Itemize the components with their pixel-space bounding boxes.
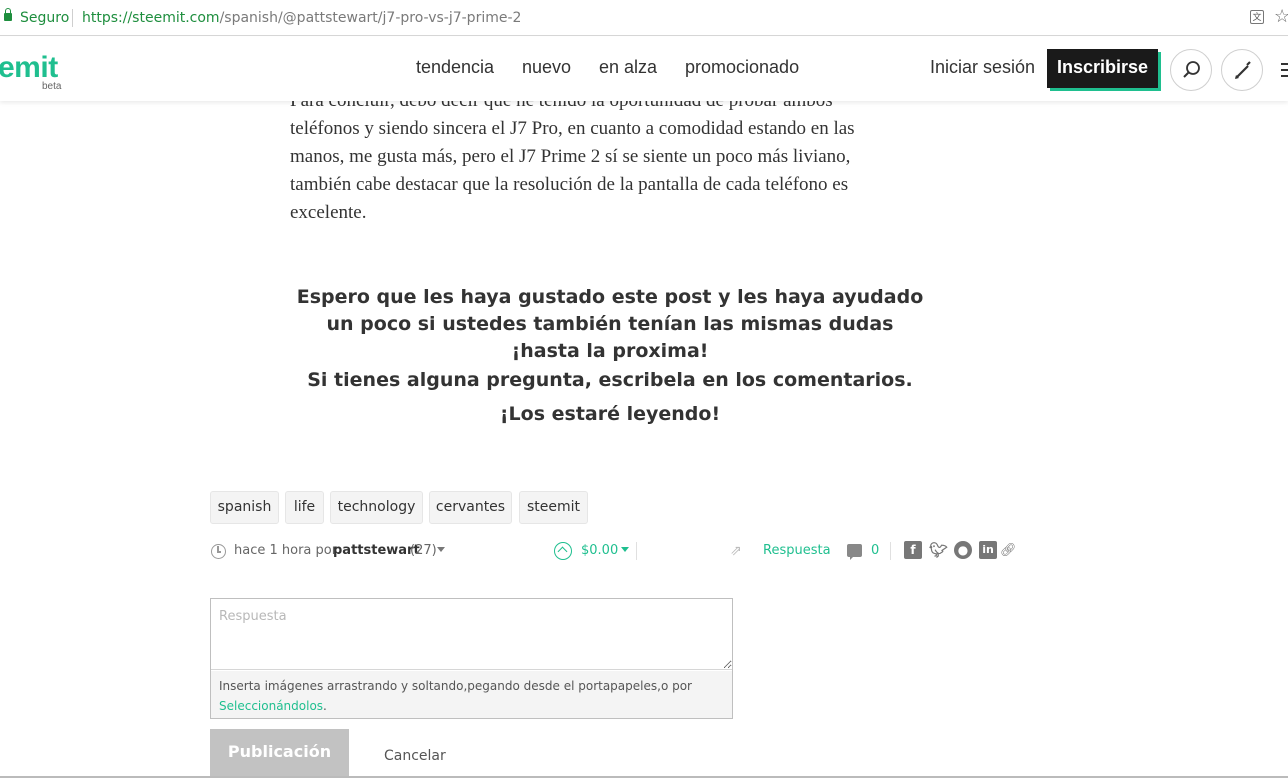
url-path: /spanish/@pattstewart/j7-pro-vs-j7-prime…	[219, 10, 522, 26]
cancel-button[interactable]: Cancelar	[384, 748, 446, 764]
reddit-icon[interactable]: ●	[954, 541, 972, 559]
beta-label: beta	[42, 81, 62, 92]
post-footer: hace 1 hora por pattstewart (27) $0.00 ⇗…	[210, 540, 1030, 562]
comments-icon[interactable]	[847, 544, 862, 560]
tag-life[interactable]: life	[285, 491, 324, 524]
browser-address-bar: Seguro https://steemit.com/spanish/@patt…	[0, 0, 1288, 36]
hamburger-menu-icon[interactable]	[1281, 63, 1288, 77]
upload-hint-text: Inserta imágenes arrastrando y soltando,…	[219, 679, 692, 693]
linkedin-icon[interactable]: in	[979, 541, 997, 559]
paragraph-line: manos, me gusta más, pero el J7 Prime 2 …	[290, 146, 851, 167]
url-field[interactable]: https://steemit.com/spanish/@pattstewart…	[82, 10, 521, 26]
star-icon[interactable]: ☆	[1274, 6, 1288, 27]
lock-icon	[4, 8, 12, 21]
signup-button[interactable]: Inscribirse	[1047, 49, 1158, 88]
write-post-button[interactable]	[1221, 49, 1263, 91]
reply-link[interactable]: Respuesta	[763, 543, 831, 558]
clock-icon	[211, 544, 226, 559]
divider	[890, 542, 891, 560]
closing-line-2: Si tienes alguna pregunta, escribela en …	[307, 369, 913, 425]
address-separator	[72, 9, 73, 27]
steemit-logo[interactable]: emit	[0, 51, 58, 85]
paragraph-line: también cabe destacar que la resolución …	[290, 174, 849, 195]
closing-line-1: Espero que les haya gustado este post y …	[296, 286, 924, 362]
search-button[interactable]	[1170, 49, 1212, 91]
secure-label: Seguro	[20, 10, 70, 26]
site-header: emit beta tendencia nuevo en alza promoc…	[0, 37, 1288, 101]
nav-nuevo[interactable]: nuevo	[522, 57, 571, 78]
twitter-icon[interactable]: 🐦︎	[929, 541, 948, 559]
tag-cervantes[interactable]: cervantes	[429, 491, 512, 524]
tag-steemit[interactable]: steemit	[519, 491, 588, 524]
facebook-icon[interactable]: f	[904, 541, 922, 559]
closing-message: Espero que les haya gustado este post y …	[290, 284, 930, 431]
nav-promocionado[interactable]: promocionado	[685, 57, 799, 78]
upload-hint-period: .	[323, 699, 327, 713]
select-files-link[interactable]: Seleccionándolos	[219, 699, 323, 713]
divider	[636, 542, 637, 560]
payout-value[interactable]: $0.00	[581, 543, 618, 558]
pencil-icon	[1235, 61, 1251, 79]
link-icon[interactable]: 🔗︎	[1000, 543, 1017, 558]
login-link[interactable]: Iniciar sesión	[930, 57, 1035, 78]
tag-technology[interactable]: technology	[330, 491, 423, 524]
comment-count[interactable]: 0	[871, 543, 879, 558]
tag-spanish[interactable]: spanish	[210, 491, 279, 524]
reply-textarea[interactable]	[211, 599, 732, 670]
author-dropdown-icon[interactable]	[437, 547, 445, 552]
author-reputation: (27)	[410, 543, 437, 558]
author-link[interactable]: pattstewart	[333, 543, 420, 558]
upvote-icon[interactable]	[554, 542, 572, 560]
nav-tendencia[interactable]: tendencia	[416, 57, 494, 78]
image-upload-hint: Inserta imágenes arrastrando y soltando,…	[211, 671, 732, 718]
post-time: hace 1 hora por	[234, 543, 338, 558]
nav-en-alza[interactable]: en alza	[599, 57, 657, 78]
reply-editor: Inserta imágenes arrastrando y soltando,…	[210, 598, 733, 719]
publish-button[interactable]: Publicación	[210, 729, 349, 778]
article-paragraph: Para concluir, debo decir que he tenido …	[290, 87, 935, 227]
paragraph-line: teléfonos y siendo sincera el J7 Pro, en…	[290, 118, 855, 139]
reblog-icon[interactable]: ⇗	[730, 544, 744, 558]
search-icon	[1183, 61, 1200, 78]
paragraph-line: excelente.	[290, 202, 367, 223]
url-host: https://steemit.com	[82, 10, 220, 26]
payout-dropdown-icon[interactable]	[621, 547, 629, 552]
translate-icon[interactable]: 文	[1250, 10, 1264, 24]
